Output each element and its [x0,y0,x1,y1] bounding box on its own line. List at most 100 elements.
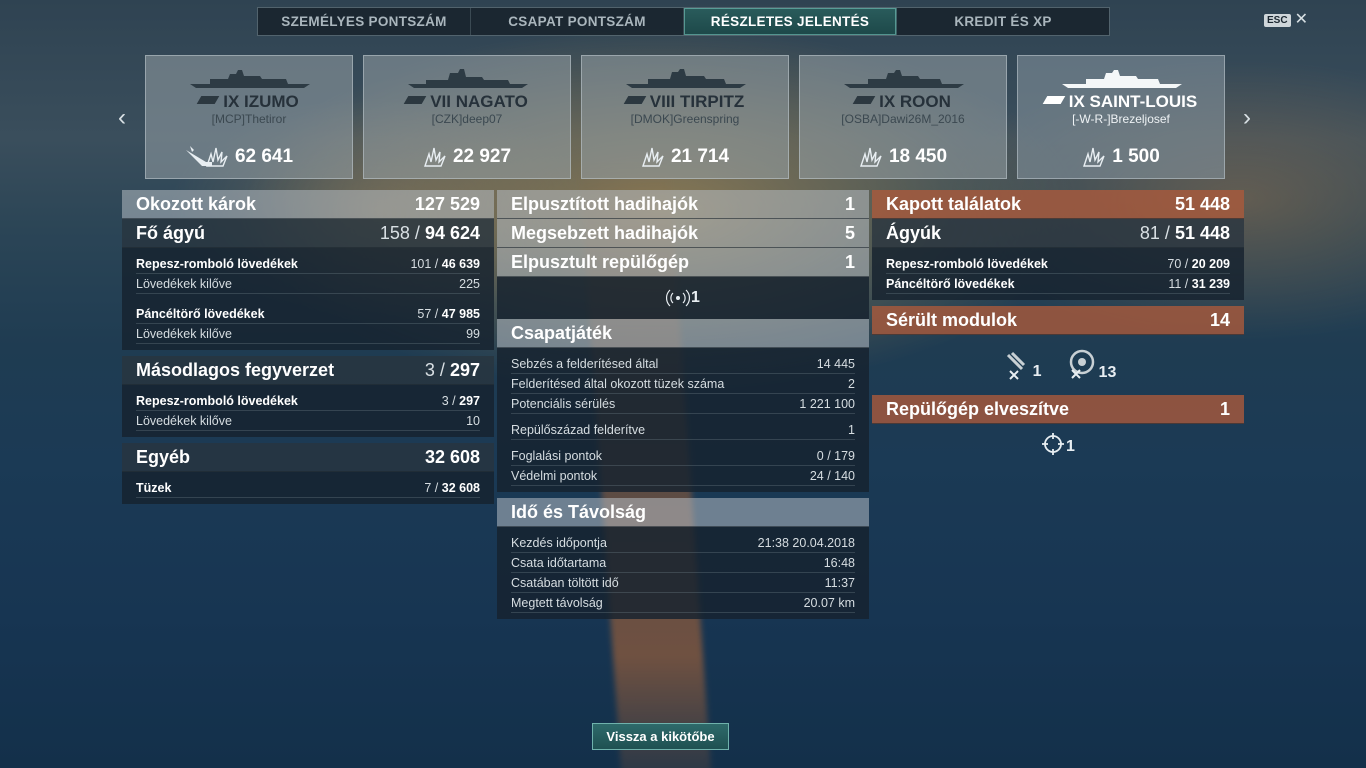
ship-name: IX ROON [800,92,1006,112]
fires-label: Tüzek [136,480,172,495]
ship-name-text: VIII TIRPITZ [649,92,745,111]
ship-card[interactable]: VII NAGATO [CZK]deep07 22 927 [363,55,571,179]
module-icon-strip: 1 13 [872,335,1244,395]
time-row: Megtett távolság 20.07 km [511,593,855,613]
he-fired-value: 225 [459,276,480,291]
time-distance-header: Idő és Távolság [497,498,869,527]
ships-destroyed-label: Elpusztított hadihajók [511,193,698,214]
module-item: 1 [1000,349,1042,381]
report-tabs: SZEMÉLYES PONTSZÁM CSAPAT PONTSZÁM RÉSZL… [257,7,1110,36]
he-fired-label: Lövedékek kilőve [136,276,232,291]
tab-personal-score[interactable]: SZEMÉLYES PONTSZÁM [258,8,471,35]
tab-credits-xp[interactable]: KREDIT ÉS XP [897,8,1109,35]
time-value: 16:48 [823,555,855,570]
received-he-row: Repesz-romboló lövedékek 70 / 20 209 [886,254,1230,274]
battleship-silhouette-icon [626,69,746,88]
player-name: [MCP]Thetiror [211,112,287,126]
ap-fired-value: 99 [466,326,480,341]
hits-received-total: 51 448 [1174,193,1230,214]
guns-received-header: Ágyúk 81 / 51 448 [872,219,1244,248]
teamplay-row: Sebzés a felderítésed által 14 445 [511,354,855,374]
ship-name: VIII TIRPITZ [582,92,788,112]
back-to-port-button[interactable]: Vissza a kikötőbe [592,723,729,750]
ship-score-value: 62 641 [234,146,294,167]
cruiser-silhouette-icon [844,70,964,88]
esc-key-label: ESC [1264,13,1291,27]
battleship-class-icon [196,96,220,104]
secondary-damage: 297 [449,359,480,380]
ships-destroyed-value: 1 [844,193,855,214]
secondary-armament-title: Másodlagos fegyverzet [136,359,335,380]
he-fired-row: Lövedékek kilőve 225 [136,274,480,294]
planes-destroyed-value: 1 [844,251,855,272]
main-battery-hits: 158 / [379,222,420,243]
ships-damaged-label: Megsebzett hadihajók [511,222,699,243]
tab-detailed-report[interactable]: RÉSZLETES JELENTÉS [684,8,897,35]
tab-team-score[interactable]: CSAPAT PONTSZÁM [471,8,684,35]
hits-received-header: Kapott találatok 51 448 [872,190,1244,219]
ship-score-value: 22 927 [452,146,512,167]
module-count: 1 [1032,363,1042,380]
teamplay-row: Repülőszázad felderítve 1 [511,420,855,440]
esc-close[interactable]: ESC ✕ [1264,12,1308,28]
battleship-class-icon [623,96,647,104]
damaged-modules-total: 14 [1209,309,1230,330]
close-icon[interactable]: ✕ [1295,12,1308,28]
secondary-details: Repesz-romboló lövedékek 3 / 297 Lövedék… [122,385,494,437]
planes-lost-item: 1 [1041,432,1075,456]
guns-received-hits: 81 / [1139,222,1170,243]
he-shells-hits: 101 / [410,256,439,271]
broken-gun-module-icon [1006,351,1025,380]
teamplay-row: Foglalási pontok 0 / 179 [511,446,855,466]
damage-burst-icon [641,147,664,167]
crosshair-icon [1042,433,1065,455]
ship-score: 62 641 [146,146,352,168]
secondary-he-row: Repesz-romboló lövedékek 3 / 297 [136,391,480,411]
spotting-count: 1 [691,289,700,306]
time-label: Csata időtartama [511,555,607,570]
time-row: Csata időtartama 16:48 [511,553,855,573]
main-battery-details: Repesz-romboló lövedékek 101 / 46 639 Lö… [122,248,494,350]
ship-card[interactable]: VIII TIRPITZ [DMOK]Greenspring 21 714 [581,55,789,179]
other-damage-header: Egyéb 32 608 [122,443,494,472]
ap-fired-label: Lövedékek kilőve [136,326,232,341]
ship-name-text: IX SAINT-LOUIS [1068,92,1198,111]
secondary-he-label: Repesz-romboló lövedékek [136,393,298,408]
received-ap-hits: 11 / [1168,276,1189,291]
received-he-label: Repesz-romboló lövedékek [886,256,1048,271]
planes-lost-icon-strip: 1 [872,424,1244,464]
ship-card[interactable]: IX IZUMO [MCP]Thetiror 62 641 [145,55,353,179]
received-ap-damage: 31 239 [1191,276,1230,291]
damage-burst-icon [859,147,882,167]
planes-destroyed-header: Elpusztult repülőgép 1 [497,248,869,277]
secondary-hits: 3 / [424,359,445,380]
guns-received-damage: 51 448 [1174,222,1230,243]
secondary-he-damage: 297 [459,393,480,408]
spotting-item: 1 [666,289,700,307]
ship-card-own[interactable]: IX SAINT-LOUIS [-W-R-]Brezeljosef 1 500 [1017,55,1225,179]
ship-card[interactable]: IX ROON [OSBA]Dawi26M_2016 18 450 [799,55,1007,179]
ship-name-text: IX ROON [879,92,951,111]
chevron-right-icon[interactable]: › [1237,104,1257,132]
main-battery-title: Fő ágyú [136,222,206,243]
time-value: 20.07 km [803,595,855,610]
planes-lost-count: 1 [1066,438,1075,455]
damage-dealt-header: Okozott károk 127 529 [122,190,494,219]
teamplay-label: Potenciális sérülés [511,396,616,411]
time-label: Megtett távolság [511,595,603,610]
other-damage-total: 32 608 [424,446,480,467]
player-name: [OSBA]Dawi26M_2016 [841,112,965,126]
teamplay-header: Csapatjáték [497,319,869,348]
ship-score-value: 1 500 [1112,146,1160,167]
chevron-left-icon[interactable]: ‹ [112,104,132,132]
ships-damaged-header: Megsebzett hadihajók 5 [497,219,869,248]
teamplay-details: Sebzés a felderítésed által 14 445 Felder… [497,348,869,492]
ship-score: 22 927 [364,146,570,168]
radio-icon-strip: 1 [497,277,869,319]
teamplay-value: 1 221 100 [799,396,855,411]
received-ap-row: Páncéltörő lövedékek 11 / 31 239 [886,274,1230,294]
ship-score-value: 21 714 [670,146,730,167]
ship-score: 1 500 [1018,146,1224,168]
damage-dealt-total: 127 529 [414,193,480,214]
secondary-fired-label: Lövedékek kilőve [136,413,232,428]
